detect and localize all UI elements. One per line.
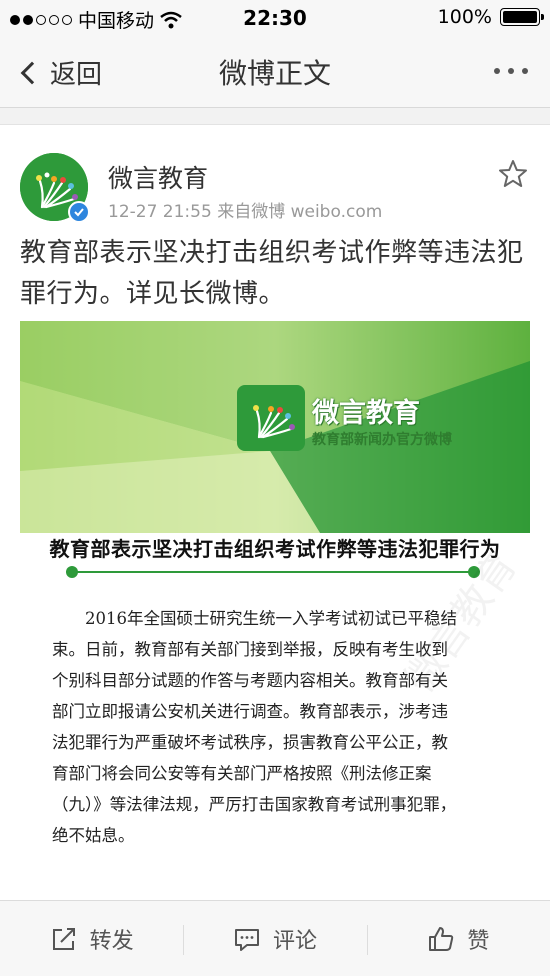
post-card: 微言教育 12-27 21:55 来自微博 weibo.com 教育部表示坚决打…	[0, 124, 550, 900]
article-line: 育部门将会同公安等有关部门严格按照《刑法修正案	[52, 764, 432, 783]
more-icon[interactable]	[494, 68, 528, 74]
like-icon	[429, 926, 454, 951]
star-icon[interactable]	[498, 159, 528, 189]
repost-button[interactable]: 转发	[0, 901, 183, 976]
battery-percent: 100%	[437, 6, 492, 28]
status-bar: 中国移动 22:30 100%	[0, 0, 550, 36]
logo-icon	[237, 385, 305, 451]
status-right: 100%	[437, 6, 544, 28]
post-meta: 12-27 21:55 来自微博 weibo.com	[108, 202, 383, 222]
divider	[66, 566, 480, 578]
comment-button[interactable]: 评论	[183, 901, 366, 976]
article-title: 教育部表示坚决打击组织考试作弊等违法犯罪行为	[49, 537, 501, 561]
article-line: （九）》等法律法规，严厉打击国家教育考试刑事犯罪，	[52, 795, 457, 814]
article-line: 法犯罪行为严重破坏考试秩序，损害教育公平公正，教	[52, 733, 448, 752]
action-bar: 转发 评论 赞	[0, 900, 550, 976]
battery-icon	[500, 8, 544, 26]
article-line: 束。日前，教育部有关部门接到举报，反映有考生收到	[52, 640, 448, 659]
logo-title: 微言教育	[312, 398, 420, 429]
article-line: 绝不姑息。	[52, 826, 135, 845]
like-button[interactable]: 赞	[366, 901, 550, 976]
logo-subtitle: 教育部新闻办官方微博	[312, 432, 452, 448]
post-image[interactable]: 微言教育 教育部新闻办官方微博 教育部表示坚决打击组织考试作弊等违法犯罪行为 微…	[20, 321, 530, 900]
article-line: 部门立即报请公安机关进行调查。教育部表示，涉考违	[52, 702, 448, 721]
article-body: 2016年全国硕士研究生统一入学考试初试已平稳结 束。日前，教育部有关部门接到举…	[52, 603, 500, 851]
verified-icon	[68, 201, 90, 223]
comment-icon	[234, 928, 259, 951]
post-text: 教育部表示坚决打击组织考试作弊等违法犯罪行为。详见长微博。	[20, 238, 524, 309]
nav-bar: 返回 微博正文	[0, 36, 550, 108]
repost-icon	[52, 927, 75, 950]
like-label: 赞	[467, 928, 490, 954]
article-line: 个别科目部分试题的作答与考题内容相关。教育部有关	[52, 671, 448, 690]
repost-label: 转发	[89, 928, 134, 954]
page-title: 微博正文	[218, 57, 331, 90]
author-name[interactable]: 微言教育	[108, 159, 208, 195]
article-line: 2016年全国硕士研究生统一入学考试初试已平稳结	[52, 609, 457, 628]
comment-label: 评论	[272, 928, 317, 954]
